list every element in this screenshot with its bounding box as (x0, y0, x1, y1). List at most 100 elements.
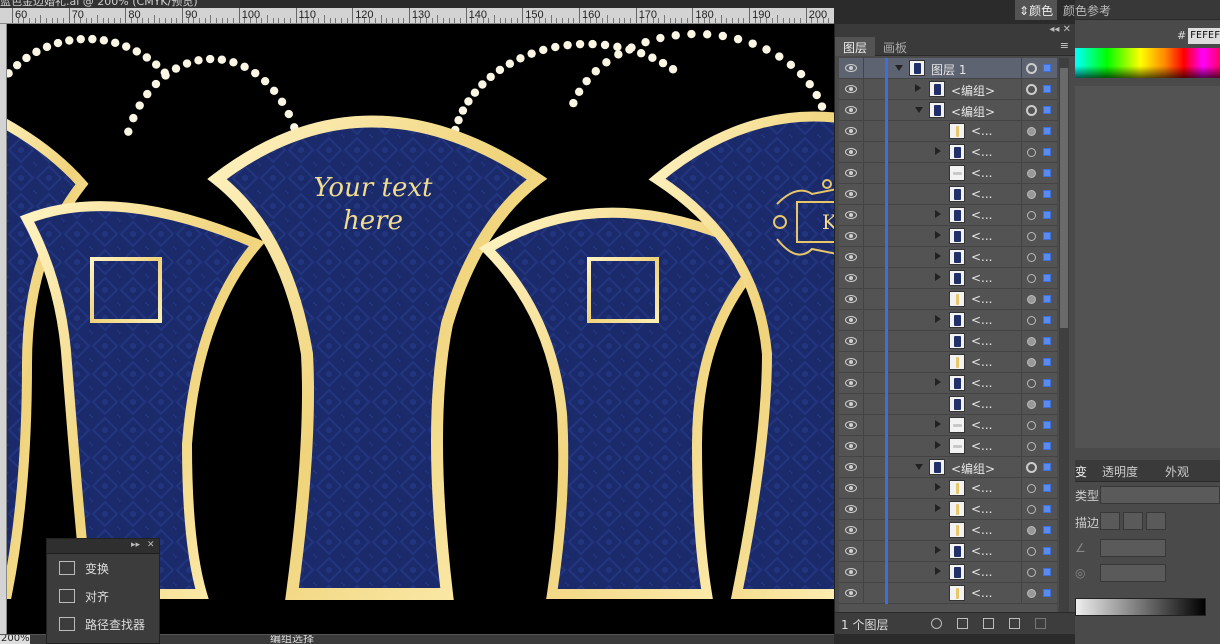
target-circle-icon[interactable] (1027, 526, 1036, 535)
object-row[interactable]: <... (839, 331, 1057, 352)
target-circle-icon[interactable] (1027, 442, 1036, 451)
tab-layers[interactable]: 图层 (835, 37, 876, 56)
target-circle-icon[interactable] (1027, 505, 1036, 514)
target-circle-icon[interactable] (1027, 337, 1036, 346)
lock-column[interactable] (863, 289, 864, 310)
lock-column[interactable] (863, 226, 864, 247)
tab-artboards[interactable]: 画板 (875, 37, 915, 56)
lock-column[interactable] (863, 436, 864, 457)
target-circle-icon[interactable] (1027, 190, 1036, 199)
visibility-eye-icon[interactable] (845, 568, 857, 576)
visibility-eye-icon[interactable] (845, 316, 857, 324)
collapse-triangle-icon[interactable] (915, 464, 923, 470)
tab-appearance[interactable]: 外观 (1165, 463, 1189, 480)
object-row[interactable]: <... (839, 121, 1057, 142)
layer-name[interactable]: <... (971, 376, 993, 390)
layer-name[interactable]: <... (971, 229, 993, 243)
selection-indicator[interactable] (1043, 148, 1051, 156)
target-circle-icon[interactable] (1026, 105, 1037, 116)
lock-column[interactable] (863, 415, 864, 436)
type-select[interactable] (1100, 486, 1220, 504)
color-spectrum[interactable] (1075, 48, 1220, 78)
object-row[interactable]: <... (839, 394, 1057, 415)
lock-column[interactable] (863, 499, 864, 520)
selection-indicator[interactable] (1043, 253, 1051, 261)
selection-indicator[interactable] (1043, 400, 1051, 408)
layer-name[interactable]: <... (971, 544, 993, 558)
layer-name[interactable]: <... (971, 166, 993, 180)
selection-indicator[interactable] (1043, 337, 1051, 345)
visibility-eye-icon[interactable] (845, 253, 857, 261)
object-row[interactable]: <... (839, 583, 1057, 604)
group-row[interactable]: <编组> (839, 79, 1057, 100)
target-circle-icon[interactable] (1027, 379, 1036, 388)
target-circle-icon[interactable] (1027, 589, 1036, 598)
target-circle-icon[interactable] (1027, 127, 1036, 136)
stroke-align-inside-button[interactable] (1123, 512, 1143, 530)
layer-name[interactable]: <... (971, 271, 993, 285)
target-circle-icon[interactable] (1027, 148, 1036, 157)
object-row[interactable]: <... (839, 205, 1057, 226)
lock-column[interactable] (863, 457, 864, 478)
object-row[interactable]: <... (839, 247, 1057, 268)
object-row[interactable]: <... (839, 415, 1057, 436)
expand-triangle-icon[interactable] (935, 420, 941, 428)
expand-triangle-icon[interactable] (935, 546, 941, 554)
object-row[interactable]: <... (839, 373, 1057, 394)
lock-column[interactable] (863, 562, 864, 583)
layers-scrollbar[interactable] (1059, 58, 1069, 612)
make-clipping-mask-icon[interactable] (957, 618, 968, 629)
visibility-eye-icon[interactable] (845, 127, 857, 135)
selection-indicator[interactable] (1043, 85, 1051, 93)
expand-triangle-icon[interactable] (935, 147, 941, 155)
visibility-eye-icon[interactable] (845, 442, 857, 450)
visibility-eye-icon[interactable] (845, 169, 857, 177)
pathfinder-panel-button[interactable]: 路径查找器 (47, 610, 159, 638)
layer-name[interactable]: <... (971, 439, 993, 453)
visibility-eye-icon[interactable] (845, 190, 857, 198)
lock-column[interactable] (863, 268, 864, 289)
lock-column[interactable] (863, 373, 864, 394)
visibility-eye-icon[interactable] (845, 274, 857, 282)
delete-icon[interactable] (1035, 618, 1046, 629)
new-layer-icon[interactable] (1009, 618, 1020, 629)
selection-indicator[interactable] (1043, 127, 1051, 135)
target-circle-icon[interactable] (1027, 568, 1036, 577)
layer-name[interactable]: <... (971, 187, 993, 201)
floating-panel-header[interactable]: ▸▸ ✕ (47, 539, 159, 554)
visibility-eye-icon[interactable] (845, 379, 857, 387)
visibility-eye-icon[interactable] (845, 106, 857, 114)
selection-indicator[interactable] (1043, 568, 1051, 576)
visibility-eye-icon[interactable] (845, 211, 857, 219)
selection-indicator[interactable] (1043, 190, 1051, 198)
layer-name[interactable]: <编组> (951, 460, 995, 477)
selection-indicator[interactable] (1043, 232, 1051, 240)
layer-name[interactable]: <... (971, 565, 993, 579)
object-row[interactable]: <... (839, 142, 1057, 163)
expand-triangle-icon[interactable] (915, 84, 921, 92)
expand-triangle-icon[interactable] (935, 483, 941, 491)
target-circle-icon[interactable] (1026, 462, 1037, 473)
stroke-align-outside-button[interactable] (1146, 512, 1166, 530)
expand-triangle-icon[interactable] (935, 315, 941, 323)
tab-color[interactable]: ⇕颜色 (1015, 0, 1058, 20)
layer-name[interactable]: <... (971, 250, 993, 264)
layer-name[interactable]: <... (971, 523, 993, 537)
visibility-eye-icon[interactable] (845, 232, 857, 240)
selection-indicator[interactable] (1043, 106, 1051, 114)
object-row[interactable]: <... (839, 562, 1057, 583)
lock-column[interactable] (863, 520, 864, 541)
target-circle-icon[interactable] (1027, 169, 1036, 178)
transform-panel-button[interactable]: 变换 (47, 554, 159, 582)
layer-name[interactable]: <... (971, 481, 993, 495)
selection-indicator[interactable] (1043, 526, 1051, 534)
target-circle-icon[interactable] (1027, 211, 1036, 220)
layer-name[interactable]: <... (971, 145, 993, 159)
lock-column[interactable] (863, 478, 864, 499)
visibility-eye-icon[interactable] (845, 337, 857, 345)
visibility-eye-icon[interactable] (845, 358, 857, 366)
selection-indicator[interactable] (1043, 274, 1051, 282)
layer-row[interactable]: 图层 1 (839, 58, 1057, 79)
object-row[interactable]: <... (839, 226, 1057, 247)
collapse-icon[interactable]: ▸▸ (131, 540, 140, 550)
